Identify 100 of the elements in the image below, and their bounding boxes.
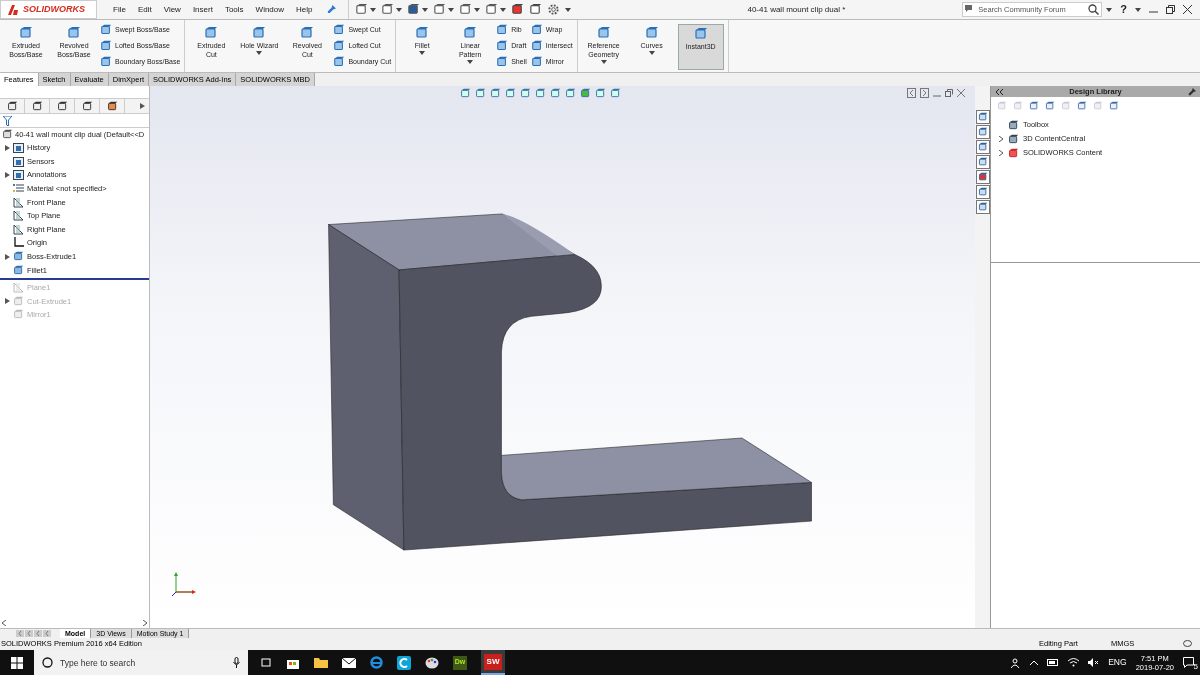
app-logo[interactable]: SOLIDWORKS [0,0,97,19]
feature-tool-icon[interactable] [67,26,81,40]
notifications-icon[interactable] [1183,657,1194,668]
collapse-icon[interactable] [995,88,1003,95]
feature-tool-icon[interactable] [300,26,315,40]
caret-icon[interactable] [419,51,426,55]
feature-tool-icon[interactable] [252,26,267,40]
feature-tool-icon[interactable] [19,26,33,40]
expand-arrow-icon[interactable] [5,298,10,305]
caret-icon[interactable] [1135,7,1141,12]
logo-text: SOLIDWORKS [23,2,85,16]
feature-tool-icon[interactable] [496,24,509,36]
rollback-bar[interactable] [0,277,149,280]
feature-tool-icon[interactable] [596,26,611,40]
menu-item[interactable]: Window [255,3,285,16]
library-item-icon [1008,147,1019,159]
search-icon[interactable] [1088,4,1100,15]
app-c-icon[interactable] [397,655,411,670]
part-icon [2,129,13,140]
caret-icon[interactable] [467,60,474,64]
language-indicator[interactable]: ENG [1108,656,1127,669]
expand-arrow-icon[interactable] [5,172,10,178]
caret-icon[interactable] [648,51,655,55]
caret-icon[interactable] [1106,7,1113,12]
feature-tool-icon[interactable] [644,26,659,40]
feature-icon [13,309,24,321]
paint-palette-icon[interactable] [425,655,439,670]
document-title: 40-41 wall mount clip dual * [747,3,846,16]
caret-icon[interactable] [564,7,571,12]
caret-icon[interactable] [499,7,506,12]
mail-icon[interactable] [342,657,356,668]
help-button[interactable]: ? [1120,1,1127,18]
chat-bubble-icon[interactable] [1183,640,1192,648]
plane-icon [13,196,24,208]
caret-icon[interactable] [447,7,454,12]
feature-tool-icon[interactable] [333,24,346,36]
menu-item[interactable]: View [163,3,181,16]
origin-icon [13,237,24,249]
settings-icon[interactable] [546,3,560,16]
caret-icon[interactable] [369,7,376,12]
plane-icon [13,282,24,294]
feature-tool-icon[interactable] [333,56,346,68]
caret-icon[interactable] [421,7,428,12]
filter-icon[interactable] [3,115,12,126]
scroll-left-icon[interactable] [2,620,6,626]
solidworks-app-icon[interactable]: SW [481,650,505,675]
folder-icon[interactable] [314,657,328,668]
feature-tool-icon[interactable] [415,26,430,40]
taskbar-search-field[interactable]: Type here to search [34,650,248,675]
feature-tool-icon[interactable] [204,26,219,40]
next-icon[interactable] [920,88,929,98]
library-item-icon [1008,119,1019,131]
folder-icon [13,155,24,167]
menu-item[interactable]: Tools [224,3,244,16]
feature-icon [13,295,24,307]
restore-icon[interactable] [1166,5,1175,14]
feature-tool-icon[interactable] [530,56,543,68]
caret-icon[interactable] [473,7,480,12]
axis-triad-icon [170,572,198,598]
library-item-icon [1008,133,1019,145]
microphone-icon[interactable] [233,657,240,668]
chevron-up-icon[interactable] [1030,660,1039,665]
feature-tool-icon[interactable] [496,40,509,52]
pin-icon[interactable] [1188,87,1196,96]
scroll-right-icon[interactable] [140,103,145,109]
pin-icon[interactable] [326,5,336,14]
menu-item[interactable]: File [113,3,126,16]
battery-icon[interactable] [1047,659,1060,666]
wifi-icon[interactable] [1068,658,1080,667]
caret-icon[interactable] [256,51,263,55]
feature-tool-icon[interactable] [100,24,112,36]
feature-tool-icon[interactable] [530,40,543,52]
feature-tool-icon[interactable] [463,26,478,40]
scroll-right-icon[interactable] [143,620,147,626]
speaker-muted-icon[interactable] [1088,658,1100,667]
caret-icon[interactable] [600,60,607,64]
feature-tool-icon[interactable] [333,40,346,52]
previous-icon[interactable] [907,88,916,98]
feature-tool-icon[interactable] [693,27,708,41]
material-icon [13,183,24,195]
feature-tool-icon[interactable] [496,56,509,68]
windows-start-icon[interactable] [11,656,23,669]
expand-arrow-icon[interactable] [5,253,10,260]
feature-tool-icon[interactable] [100,40,112,52]
expand-arrow-icon[interactable] [5,144,10,151]
plane-icon [13,210,24,222]
feature-tool-icon[interactable] [530,24,543,36]
logo-icon [7,3,19,16]
folder-icon [13,142,24,154]
feature-icon [13,251,24,263]
task-view-icon[interactable] [260,657,272,668]
close-icon[interactable] [1183,5,1192,14]
menu-item[interactable]: Insert [192,3,213,16]
folder-icon [13,169,24,181]
menu-item[interactable]: Edit [137,3,152,16]
browser-e-icon[interactable] [370,656,383,669]
menu-item[interactable]: Help [296,3,313,16]
people-icon[interactable] [1011,657,1022,668]
caret-icon[interactable] [395,7,402,12]
feature-tool-icon[interactable] [100,56,112,68]
